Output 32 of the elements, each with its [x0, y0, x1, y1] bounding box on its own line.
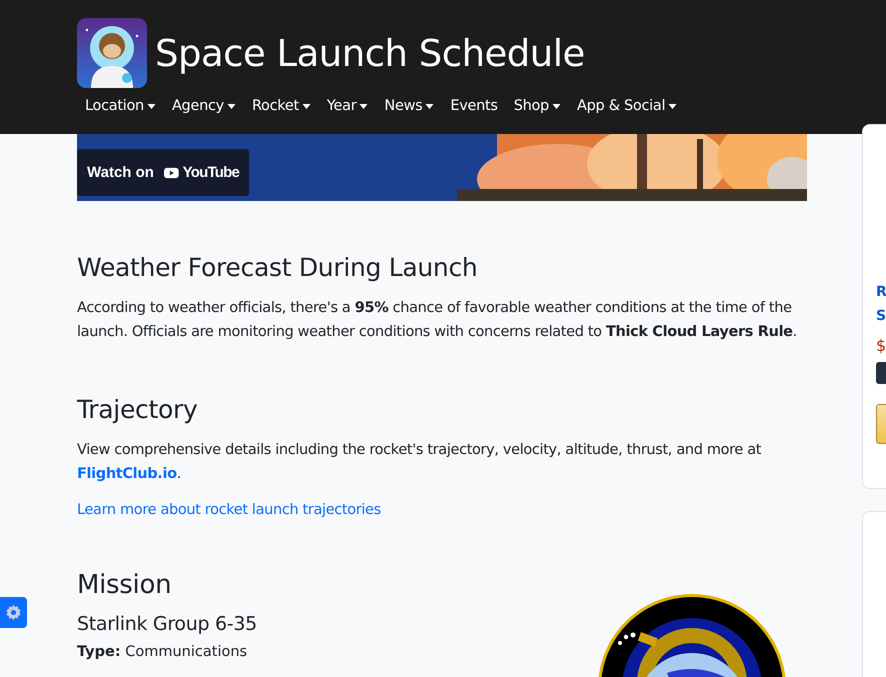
product-link[interactable]: S — [876, 304, 886, 328]
caret-icon — [552, 104, 561, 108]
mission-name: Starlink Group 6-35 — [77, 613, 257, 635]
flightclub-link[interactable]: FlightClub.io — [77, 466, 177, 482]
section-heading: Trajectory — [77, 394, 198, 426]
play-icon — [164, 166, 179, 180]
nav-link[interactable]: Shop — [506, 96, 569, 116]
nav-link[interactable]: Year — [318, 96, 376, 116]
nav-link[interactable]: Location — [77, 96, 164, 116]
nav-link[interactable]: Rocket — [244, 96, 319, 116]
trajectory-paragraph: View comprehensive details including the rocket's trajectory, velocity, altitude, thrust, and more at FlightClub.io. — [77, 441, 762, 484]
caret-icon — [146, 104, 156, 108]
section-heading: Weather Forecast During Launch — [77, 252, 478, 284]
nav-link[interactable]: News — [376, 96, 442, 116]
caret-icon — [226, 104, 236, 108]
settings-icon — [5, 604, 22, 621]
nav-link[interactable]: Events — [442, 96, 506, 116]
caret-icon — [359, 104, 368, 108]
caret-icon — [668, 104, 678, 108]
settings-button[interactable] — [0, 597, 27, 628]
mission-type: Type: Communications — [77, 644, 248, 660]
price: $ — [876, 336, 886, 355]
caret-icon — [425, 104, 434, 108]
nav-link[interactable]: Agency — [164, 96, 244, 116]
nav-link[interactable]: App & Social — [568, 96, 686, 116]
weather-paragraph: According to weather officials, there's a 95% chance of favorable weather conditions at the time of the launch. Officials are monitoring weather conditions with concerns related to Thick Cloud Layers Rule. — [77, 299, 798, 342]
monkey-astronaut-logo[interactable] — [77, 18, 147, 88]
watch-on-youtube-button[interactable]: Watch on YouTube — [77, 149, 249, 196]
caret-icon — [302, 104, 311, 108]
trajectories-link[interactable]: Learn more about rocket launch trajectories — [77, 502, 381, 518]
site-title[interactable]: Space Launch Schedule — [155, 32, 585, 74]
section-heading: Mission — [77, 569, 172, 601]
